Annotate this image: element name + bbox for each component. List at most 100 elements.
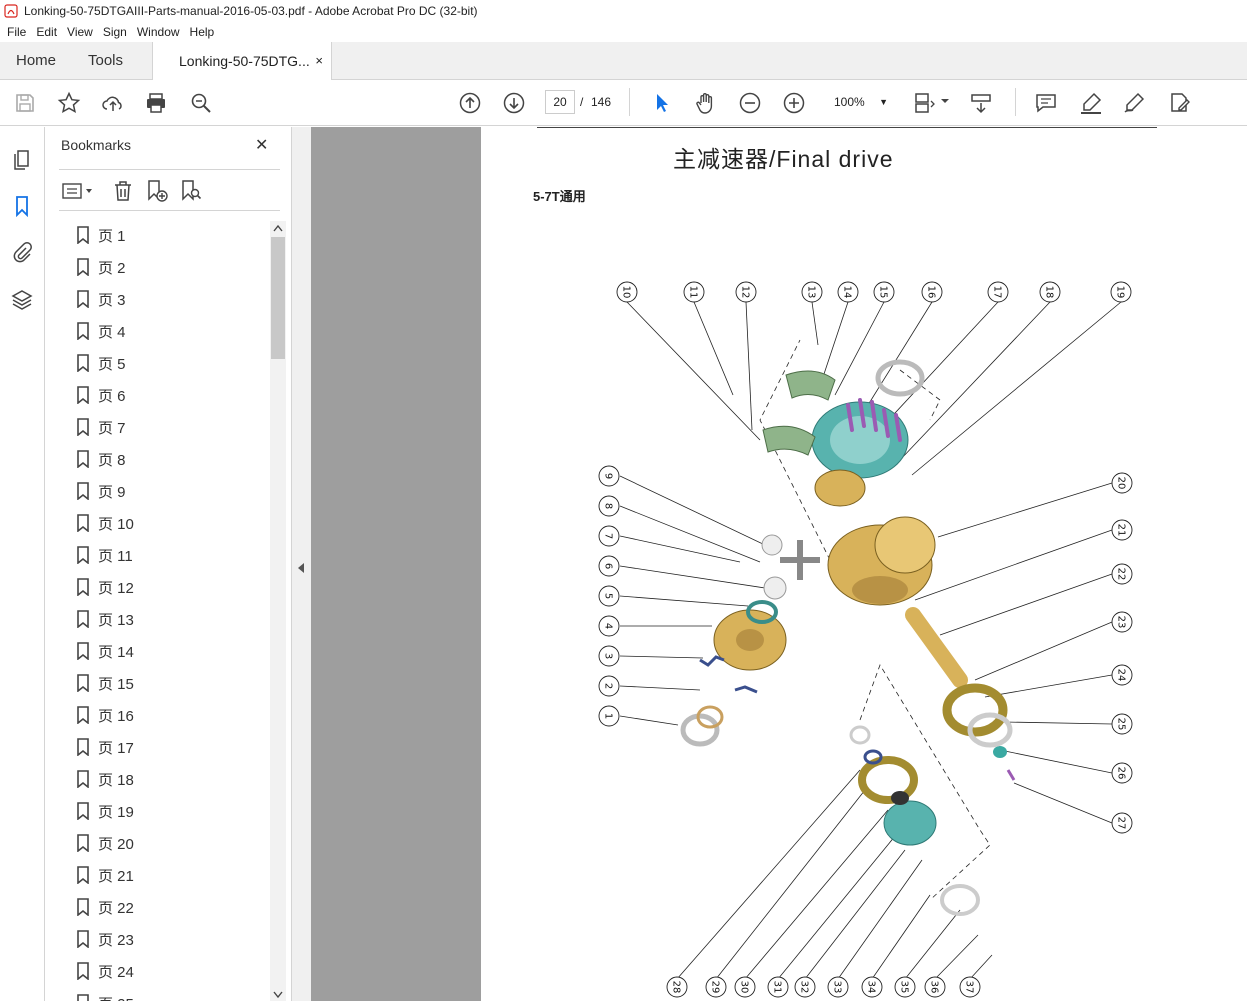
bookmark-item[interactable]: 页 20 — [76, 831, 134, 855]
menu-sign[interactable]: Sign — [98, 25, 132, 39]
bookmark-icon — [77, 546, 89, 564]
bookmark-label: 页 23 — [98, 931, 134, 949]
bookmark-item[interactable]: 页 14 — [76, 639, 134, 663]
bookmark-item[interactable]: 页 10 — [76, 511, 134, 535]
bookmark-item[interactable]: 页 18 — [76, 767, 134, 791]
highlight-pen-icon[interactable] — [1079, 91, 1103, 115]
tab-tools[interactable]: Tools — [88, 42, 123, 80]
bookmark-search-icon[interactable] — [179, 179, 203, 203]
bookmark-item[interactable]: 页 4 — [76, 319, 126, 343]
bookmark-panel-icon[interactable] — [11, 195, 33, 217]
bookmark-item[interactable]: 页 9 — [76, 479, 126, 503]
page-separator: / — [580, 95, 584, 109]
layers-icon[interactable] — [11, 289, 33, 311]
bookmark-item[interactable]: 页 5 — [76, 351, 126, 375]
bookmark-icon — [77, 738, 89, 756]
bookmark-item[interactable]: 页 23 — [76, 927, 134, 951]
bookmark-item[interactable]: 页 8 — [76, 447, 126, 471]
bookmark-item[interactable]: 页 19 — [76, 799, 134, 823]
bookmark-item[interactable]: 页 12 — [76, 575, 134, 599]
bookmark-item[interactable]: 页 11 — [76, 543, 133, 567]
sign-icon[interactable] — [1122, 91, 1146, 115]
zoom-search-icon[interactable] — [189, 91, 213, 115]
tab-document[interactable]: Lonking-50-75DTG... × — [152, 42, 332, 81]
menu-window[interactable]: Window — [132, 25, 185, 39]
callout-badge: 18 — [1039, 281, 1061, 303]
tab-document-label: Lonking-50-75DTG... — [179, 53, 310, 69]
scroll-mode-icon[interactable] — [969, 91, 993, 115]
bookmark-options-icon[interactable] — [61, 179, 95, 203]
edit-pdf-icon[interactable] — [1167, 91, 1191, 115]
chevron-down-icon[interactable] — [940, 96, 950, 106]
bookmark-item[interactable]: 页 2 — [76, 255, 126, 279]
bookmark-label: 页 21 — [98, 867, 134, 885]
zoom-out-icon[interactable] — [738, 91, 762, 115]
bookmark-item[interactable]: 页 22 — [76, 895, 134, 919]
page-number-input[interactable]: 20 — [545, 90, 575, 114]
next-page-icon[interactable] — [502, 91, 526, 115]
bookmark-item[interactable]: 页 16 — [76, 703, 134, 727]
close-icon[interactable]: ✕ — [255, 135, 268, 155]
callout-number: 33 — [832, 981, 843, 994]
tab-close-icon[interactable]: × — [315, 42, 323, 80]
menu-file[interactable]: File — [2, 25, 31, 39]
bookmark-item[interactable]: 页 7 — [76, 415, 126, 439]
menu-view[interactable]: View — [62, 25, 98, 39]
panel-splitter[interactable] — [292, 127, 311, 1001]
callout-badge: 19 — [1110, 281, 1132, 303]
callout-badge: 8 — [598, 495, 620, 517]
navigation-rail — [0, 127, 45, 1001]
bookmark-item[interactable]: 页 17 — [76, 735, 134, 759]
bookmark-label: 页 5 — [98, 355, 126, 373]
callout-badge: 1 — [598, 705, 620, 727]
upload-cloud-icon[interactable] — [101, 91, 125, 115]
callout-number: 21 — [1116, 524, 1127, 537]
menu-bar: File Edit View Sign Window Help — [0, 22, 1247, 42]
select-cursor-icon[interactable] — [650, 91, 674, 115]
bookmark-item[interactable]: 页 1 — [76, 223, 126, 247]
callout-badge: 10 — [616, 281, 638, 303]
attachment-icon[interactable] — [11, 241, 33, 263]
callout-badge: 9 — [598, 465, 620, 487]
delete-bookmark-icon[interactable] — [111, 179, 135, 203]
page-layout-icon[interactable] — [913, 91, 937, 115]
bookmark-icon — [77, 834, 89, 852]
bookmark-item[interactable]: 页 3 — [76, 287, 126, 311]
bookmark-item[interactable]: 页 13 — [76, 607, 134, 631]
bookmark-label: 页 18 — [98, 771, 134, 789]
print-icon[interactable] — [144, 91, 168, 115]
callout-badge: 4 — [598, 615, 620, 637]
callout-badge: 29 — [705, 976, 727, 998]
callout-number: 9 — [603, 473, 614, 479]
bookmark-item[interactable]: 页 6 — [76, 383, 126, 407]
zoom-level-select[interactable]: 100% ▼ — [826, 90, 894, 114]
bookmark-label: 页 3 — [98, 291, 126, 309]
bookmark-icon — [77, 994, 89, 1001]
scroll-down-icon[interactable] — [273, 991, 283, 999]
hand-tool-icon[interactable] — [694, 91, 718, 115]
scroll-up-icon[interactable] — [273, 224, 283, 232]
bookmark-label: 页 15 — [98, 675, 134, 693]
callout-badge: 25 — [1111, 713, 1133, 735]
page-thumbnails-icon[interactable] — [11, 149, 33, 171]
callout-number: 2 — [603, 683, 614, 689]
save-icon[interactable] — [13, 91, 37, 115]
new-bookmark-icon[interactable] — [145, 179, 169, 203]
scrollbar-thumb[interactable] — [271, 237, 285, 359]
bookmark-label: 页 14 — [98, 643, 134, 661]
bookmark-item[interactable]: 页 15 — [76, 671, 134, 695]
callout-number: 3 — [603, 653, 614, 659]
prev-page-icon[interactable] — [458, 91, 482, 115]
zoom-in-icon[interactable] — [782, 91, 806, 115]
menu-edit[interactable]: Edit — [31, 25, 62, 39]
bookmark-item[interactable]: 页 24 — [76, 959, 134, 983]
star-icon[interactable] — [57, 91, 81, 115]
callout-badge: 37 — [959, 976, 981, 998]
collapse-panel-icon[interactable] — [297, 562, 305, 574]
menu-help[interactable]: Help — [185, 25, 220, 39]
bookmark-item[interactable]: 页 21 — [76, 863, 134, 887]
callout-number: 32 — [799, 981, 810, 994]
tab-home[interactable]: Home — [16, 42, 56, 80]
comment-icon[interactable] — [1034, 91, 1058, 115]
bookmark-item[interactable]: 页 25 — [76, 991, 134, 1001]
